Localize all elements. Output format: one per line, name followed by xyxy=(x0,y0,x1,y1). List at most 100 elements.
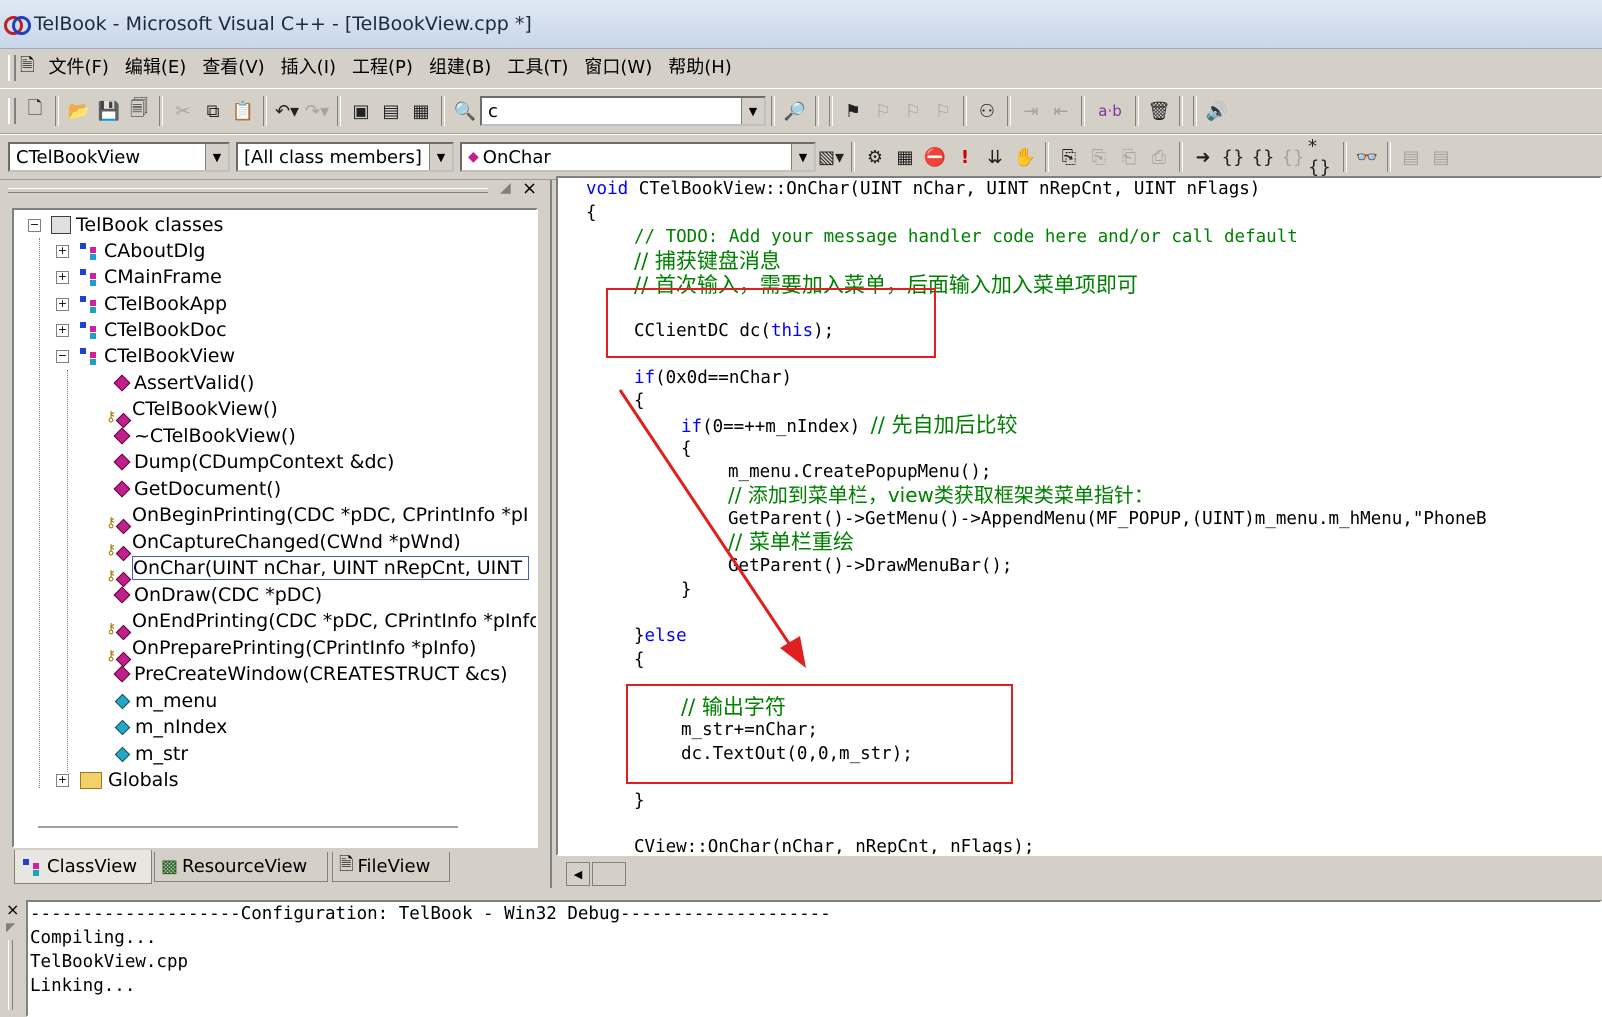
clear-bookmarks-icon[interactable]: ⚐ xyxy=(928,95,958,127)
menu-tools[interactable]: 工具(T) xyxy=(499,52,576,84)
step-over-icon[interactable]: {} xyxy=(1248,141,1278,173)
tree-member-onprepareprinting[interactable]: ⚷ OnPreparePrinting(CPrintInfo *pInfo) xyxy=(106,635,476,668)
tree-member-m-nindex[interactable]: m_nIndex xyxy=(112,714,227,740)
menu-help[interactable]: 帮助(H) xyxy=(660,52,740,84)
menu-window[interactable]: 窗口(W) xyxy=(576,52,660,84)
binoculars-icon[interactable]: ⚇ xyxy=(972,95,1002,127)
expand-icon[interactable]: + xyxy=(56,245,69,258)
tree-member-destructor[interactable]: ~CTelBookView() xyxy=(112,423,296,449)
cut-icon[interactable]: ✂ xyxy=(168,95,198,127)
stop-debug-icon[interactable]: ⎘ xyxy=(1084,141,1114,173)
restart-icon[interactable]: ⎘ xyxy=(1054,141,1084,173)
speaker-icon[interactable]: 🔊 xyxy=(1202,95,1232,127)
tree-item-ctelbookview[interactable]: − CTelBookView xyxy=(56,343,235,369)
save-all-icon[interactable]: 🗐 xyxy=(124,95,154,127)
save-icon[interactable]: 💾 xyxy=(94,95,124,127)
tree-member-m-str[interactable]: m_str xyxy=(112,741,188,767)
tree-member-onendprinting[interactable]: ⚷ OnEndPrinting(CDC *pDC, CPrintInfo *pIn… xyxy=(106,608,536,641)
delete-icon[interactable]: 🗑 xyxy=(1144,95,1174,127)
menu-build[interactable]: 组建(B) xyxy=(421,52,499,84)
tree-member-m-menu[interactable]: m_menu xyxy=(112,688,217,714)
tree-hscroll[interactable] xyxy=(38,826,458,828)
chevron-down-icon[interactable]: ▼ xyxy=(741,98,764,124)
tree-member-oncapturechanged[interactable]: ⚷ OnCaptureChanged(CWnd *pWnd) xyxy=(106,529,461,562)
expand-icon[interactable]: + xyxy=(56,298,69,311)
toggle-bookmark-icon[interactable]: ⚑ xyxy=(838,95,868,127)
find-in-files-icon[interactable]: 🔍 xyxy=(450,95,480,127)
find-icon[interactable]: 🔎 xyxy=(780,95,810,127)
copy-icon[interactable]: ⧉ xyxy=(198,95,228,127)
menu-insert[interactable]: 插入(I) xyxy=(273,52,344,84)
code-editor[interactable]: void CTelBookView::OnChar(UINT nChar, UI… xyxy=(556,176,1602,856)
redo-icon[interactable]: ↷▾ xyxy=(302,95,332,127)
menu-project[interactable]: 工程(P) xyxy=(344,52,421,84)
chevron-down-icon[interactable]: ▼ xyxy=(791,144,814,170)
build-icon[interactable]: ▦ xyxy=(890,141,920,173)
tree-member-precreatewindow[interactable]: PreCreateWindow(CREATESTRUCT &cs) xyxy=(112,661,508,687)
next-bookmark-icon[interactable]: ⚐ xyxy=(868,95,898,127)
paste-icon[interactable]: 📋 xyxy=(228,95,258,127)
wizard-action-icon[interactable]: ▧▾ xyxy=(816,141,846,173)
open-folder-icon[interactable]: 📂 xyxy=(64,95,94,127)
break-icon[interactable]: ⎗ xyxy=(1114,141,1144,173)
output-grip[interactable] xyxy=(8,940,13,1010)
variables-window-icon[interactable]: ▤ xyxy=(1426,141,1456,173)
outdent-icon[interactable]: ⇤ xyxy=(1046,95,1076,127)
tree-item-caboutdlg[interactable]: + CAboutDlg xyxy=(56,238,205,264)
tree-member-dump[interactable]: Dump(CDumpContext &dc) xyxy=(112,449,394,475)
member-combo[interactable]: ◆ OnChar ▼ xyxy=(460,142,816,172)
stop-build-icon[interactable]: ⛔ xyxy=(920,141,950,173)
tree-root[interactable]: − TelBook classes xyxy=(28,212,223,238)
chevron-down-icon[interactable]: ▼ xyxy=(429,144,452,170)
apply-code-changes-icon[interactable]: ⎙ xyxy=(1144,141,1174,173)
maximize-output-icon[interactable]: ◤ xyxy=(6,920,15,934)
tree-member-onbeginprinting[interactable]: ⚷ OnBeginPrinting(CDC *pDC, CPrintInfo *p… xyxy=(106,502,528,535)
workspace-grip[interactable] xyxy=(8,188,488,193)
expand-icon[interactable]: + xyxy=(56,271,69,284)
compile-icon[interactable]: ⚙ xyxy=(860,141,890,173)
workspace-window-icon[interactable]: ▣ xyxy=(346,95,376,127)
new-file-icon[interactable]: 🗋 xyxy=(20,95,50,127)
tree-member-constructor[interactable]: ⚷ CTelBookView() xyxy=(106,396,278,429)
show-next-statement-icon[interactable]: ➜ xyxy=(1188,141,1218,173)
maximize-panel-icon[interactable]: ◢ xyxy=(500,180,511,196)
tree-item-ctelbookapp[interactable]: + CTelBookApp xyxy=(56,291,227,317)
step-out-icon[interactable]: {} xyxy=(1278,141,1308,173)
filter-combo[interactable]: [All class members] ▼ xyxy=(236,142,454,172)
tree-item-ctelbookdoc[interactable]: + CTelBookDoc xyxy=(56,317,227,343)
run-to-cursor-icon[interactable]: *{} xyxy=(1308,136,1338,178)
tab-fileview[interactable]: 🗎 FileView xyxy=(332,852,450,882)
tree-member-onchar[interactable]: ⚷ OnChar(UINT nChar, UINT nRepCnt, UINT xyxy=(106,555,530,588)
tree-item-cmainframe[interactable]: + CMainFrame xyxy=(56,264,222,290)
prev-bookmark-icon[interactable]: ⚐ xyxy=(898,95,928,127)
close-output-icon[interactable]: × xyxy=(6,900,19,919)
scroll-thumb[interactable] xyxy=(592,862,626,886)
tree-member-ondraw[interactable]: OnDraw(CDC *pDC) xyxy=(112,582,322,608)
scroll-left-icon[interactable]: ◀ xyxy=(566,862,590,886)
expand-icon[interactable]: + xyxy=(56,324,69,337)
breakpoint-hand-icon[interactable]: ✋ xyxy=(1010,141,1040,173)
close-panel-icon[interactable]: × xyxy=(522,178,537,199)
execute-icon[interactable]: ! xyxy=(950,141,980,173)
menu-file[interactable]: 文件(F) xyxy=(40,52,116,84)
expand-icon[interactable]: + xyxy=(56,774,69,787)
window-list-icon[interactable]: ▦ xyxy=(406,95,436,127)
menubar-grip[interactable] xyxy=(8,55,16,81)
tab-classview[interactable]: ClassView xyxy=(14,850,152,884)
undo-icon[interactable]: ↶▾ xyxy=(272,95,302,127)
tree-item-globals[interactable]: + Globals xyxy=(56,767,179,793)
toolbar-grip[interactable] xyxy=(8,98,16,124)
tree-member-assertvalid[interactable]: AssertValid() xyxy=(112,370,254,396)
output-window-icon[interactable]: ▤ xyxy=(376,95,406,127)
find-combo[interactable]: c ▼ xyxy=(480,96,766,126)
indent-icon[interactable]: ⇥ xyxy=(1016,95,1046,127)
output-window[interactable]: --------------------Configuration: TelBo… xyxy=(26,900,1602,1017)
tree-member-getdocument[interactable]: GetDocument() xyxy=(112,476,281,502)
view-whitespace-button[interactable]: a·b xyxy=(1090,95,1130,127)
go-icon[interactable]: ⇊ xyxy=(980,141,1010,173)
watch-window-icon[interactable]: ▤ xyxy=(1396,141,1426,173)
collapse-icon[interactable]: − xyxy=(56,350,69,363)
quickwatch-icon[interactable]: 👓 xyxy=(1352,141,1382,173)
document-icon[interactable]: 🗎 xyxy=(20,53,34,83)
menu-edit[interactable]: 编辑(E) xyxy=(117,52,194,84)
